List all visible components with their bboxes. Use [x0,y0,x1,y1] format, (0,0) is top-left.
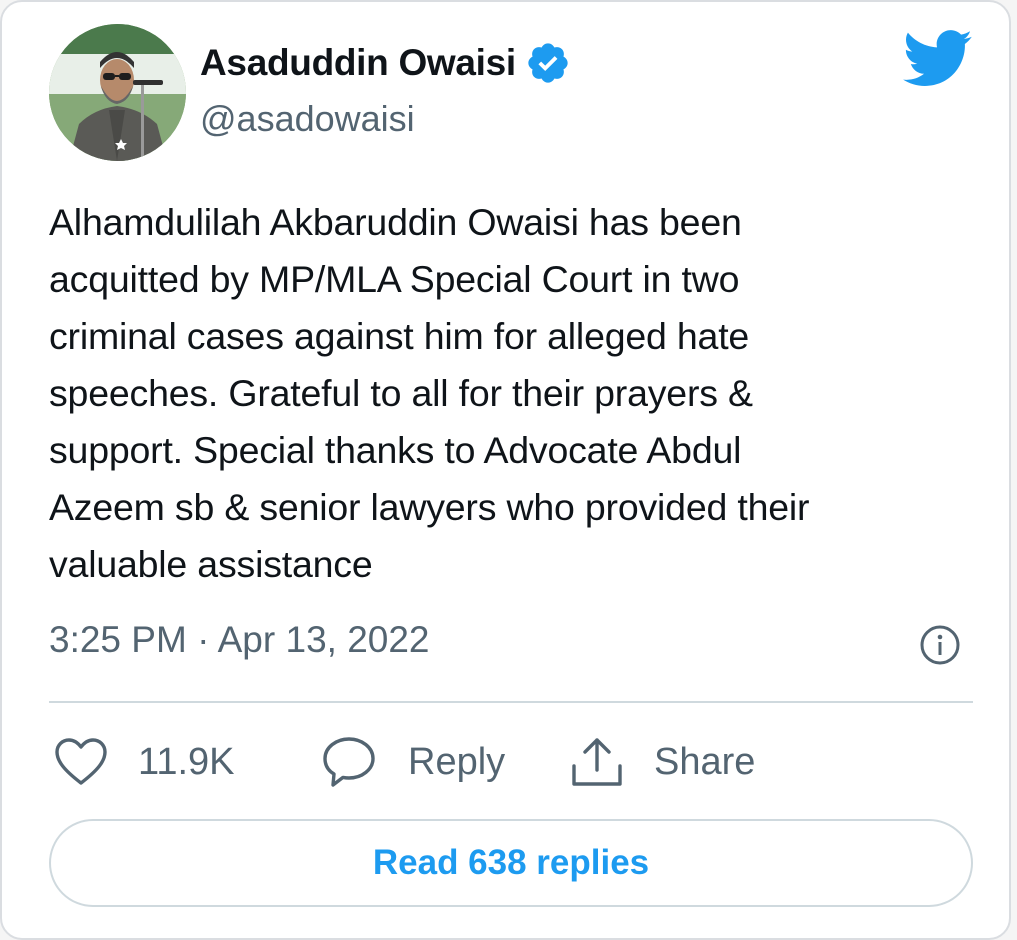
tweet-card: Asaduddin Owaisi @asadowaisi Alhamdulila… [0,0,1011,940]
heart-icon [55,738,107,785]
speech-bubble-icon [323,737,375,787]
verified-badge-icon [528,43,568,83]
info-icon[interactable] [919,624,961,666]
avatar-image [49,24,186,161]
reply-button[interactable]: Reply [322,732,505,792]
like-count: 11.9K [138,740,235,783]
reply-label: Reply [408,740,506,783]
avatar[interactable] [49,24,186,161]
author-name-row[interactable]: Asaduddin Owaisi [200,40,571,86]
read-replies-button[interactable]: Read 638 replies [49,819,973,907]
twitter-bird-icon[interactable] [903,30,973,87]
tweet-text: Alhamdulilah Akbaruddin Owaisi has been … [49,201,810,585]
share-button[interactable]: Share [570,732,755,792]
share-label: Share [654,740,756,783]
author-handle[interactable]: @asadowaisi [200,98,415,140]
share-upload-icon [572,738,622,786]
author-name[interactable]: Asaduddin Owaisi [200,42,516,84]
like-button[interactable]: 11.9K [54,732,234,792]
tweet-timestamp[interactable]: 3:25 PM · Apr 13, 2022 [49,619,430,661]
divider [49,701,973,703]
